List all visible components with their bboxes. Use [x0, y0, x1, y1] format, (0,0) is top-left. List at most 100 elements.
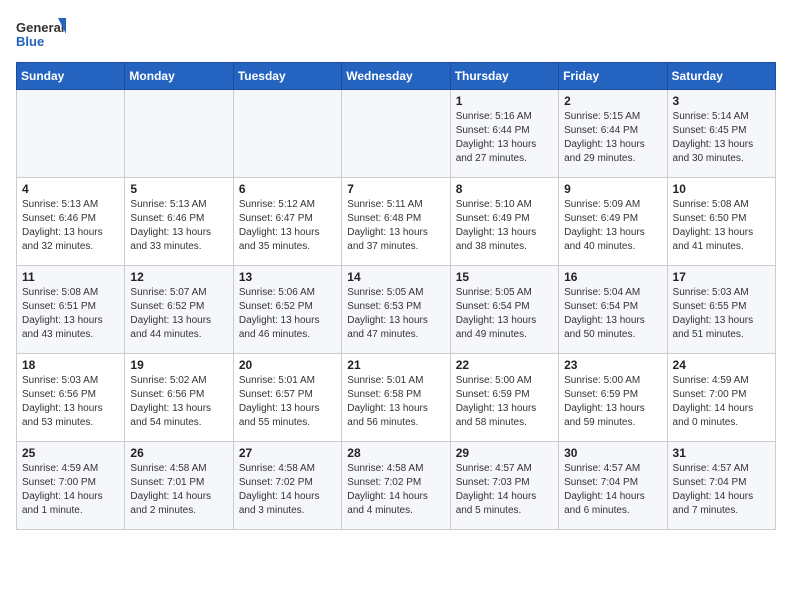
calendar-day-5: 5 Sunrise: 5:13 AM Sunset: 6:46 PM Daylig… [125, 178, 233, 266]
calendar-day-8: 8Sunrise: 5:10 AM Sunset: 6:49 PM Daylig… [450, 178, 558, 266]
day-number: 31 [673, 446, 770, 460]
calendar-day-14: 14 Sunrise: 5:05 AM Sunset: 6:53 PM Dayli… [342, 266, 450, 354]
calendar-day-6: 6 Sunrise: 5:12 AM Sunset: 6:47 PM Daylig… [233, 178, 341, 266]
day-info: Sunrise: 5:00 AM Sunset: 6:59 PM Dayligh… [456, 375, 537, 428]
day-info: Sunrise: 5:03 AM Sunset: 6:56 PM Dayligh… [22, 375, 103, 428]
calendar-empty-cell [17, 90, 125, 178]
calendar-day-7: 7Sunrise: 5:11 AM Sunset: 6:48 PM Daylig… [342, 178, 450, 266]
calendar-day-10: 10Sunrise: 5:08 AM Sunset: 6:50 PM Dayli… [667, 178, 775, 266]
weekday-header-saturday: Saturday [667, 63, 775, 90]
day-number: 5 [130, 182, 227, 196]
day-number: 15 [456, 270, 553, 284]
calendar-day-23: 23 Sunrise: 5:00 AM Sunset: 6:59 PM Dayli… [559, 354, 667, 442]
day-info: Sunrise: 4:59 AM Sunset: 7:00 PM Dayligh… [22, 463, 103, 516]
day-number: 21 [347, 358, 444, 372]
day-info: Sunrise: 5:16 AM Sunset: 6:44 PM Dayligh… [456, 111, 537, 164]
calendar-day-18: 18 Sunrise: 5:03 AM Sunset: 6:56 PM Dayli… [17, 354, 125, 442]
weekday-header-row: SundayMondayTuesdayWednesdayThursdayFrid… [17, 63, 776, 90]
weekday-header-wednesday: Wednesday [342, 63, 450, 90]
calendar-day-26: 26 Sunrise: 4:58 AM Sunset: 7:01 PM Dayli… [125, 442, 233, 530]
calendar-week-row: 4Sunrise: 5:13 AM Sunset: 6:46 PM Daylig… [17, 178, 776, 266]
calendar-day-9: 9 Sunrise: 5:09 AM Sunset: 6:49 PM Daylig… [559, 178, 667, 266]
day-info: Sunrise: 5:03 AM Sunset: 6:55 PM Dayligh… [673, 287, 754, 340]
calendar-day-17: 17 Sunrise: 5:03 AM Sunset: 6:55 PM Dayli… [667, 266, 775, 354]
day-number: 26 [130, 446, 227, 460]
calendar-day-1: 1 Sunrise: 5:16 AM Sunset: 6:44 PM Daylig… [450, 90, 558, 178]
day-info: Sunrise: 4:59 AM Sunset: 7:00 PM Dayligh… [673, 375, 754, 428]
day-info: Sunrise: 4:57 AM Sunset: 7:04 PM Dayligh… [564, 463, 645, 516]
day-number: 30 [564, 446, 661, 460]
svg-text:General: General [16, 20, 64, 35]
day-info: Sunrise: 5:08 AM Sunset: 6:50 PM Dayligh… [673, 199, 754, 252]
calendar-day-3: 3 Sunrise: 5:14 AM Sunset: 6:45 PM Daylig… [667, 90, 775, 178]
day-info: Sunrise: 5:15 AM Sunset: 6:44 PM Dayligh… [564, 111, 645, 164]
weekday-header-friday: Friday [559, 63, 667, 90]
day-number: 11 [22, 270, 119, 284]
calendar-day-30: 30 Sunrise: 4:57 AM Sunset: 7:04 PM Dayli… [559, 442, 667, 530]
calendar-day-29: 29Sunrise: 4:57 AM Sunset: 7:03 PM Dayli… [450, 442, 558, 530]
header: GeneralBlue [16, 16, 776, 52]
day-info: Sunrise: 5:10 AM Sunset: 6:49 PM Dayligh… [456, 199, 537, 252]
day-info: Sunrise: 5:05 AM Sunset: 6:53 PM Dayligh… [347, 287, 428, 340]
day-info: Sunrise: 5:12 AM Sunset: 6:47 PM Dayligh… [239, 199, 320, 252]
day-number: 19 [130, 358, 227, 372]
calendar-day-27: 27Sunrise: 4:58 AM Sunset: 7:02 PM Dayli… [233, 442, 341, 530]
day-info: Sunrise: 5:06 AM Sunset: 6:52 PM Dayligh… [239, 287, 320, 340]
calendar-empty-cell [125, 90, 233, 178]
day-info: Sunrise: 5:09 AM Sunset: 6:49 PM Dayligh… [564, 199, 645, 252]
calendar-day-2: 2 Sunrise: 5:15 AM Sunset: 6:44 PM Daylig… [559, 90, 667, 178]
day-number: 2 [564, 94, 661, 108]
day-number: 25 [22, 446, 119, 460]
day-info: Sunrise: 4:57 AM Sunset: 7:03 PM Dayligh… [456, 463, 537, 516]
day-info: Sunrise: 5:13 AM Sunset: 6:46 PM Dayligh… [130, 199, 211, 252]
calendar-day-13: 13Sunrise: 5:06 AM Sunset: 6:52 PM Dayli… [233, 266, 341, 354]
day-info: Sunrise: 5:07 AM Sunset: 6:52 PM Dayligh… [130, 287, 211, 340]
day-number: 22 [456, 358, 553, 372]
calendar-empty-cell [342, 90, 450, 178]
weekday-header-thursday: Thursday [450, 63, 558, 90]
day-info: Sunrise: 5:05 AM Sunset: 6:54 PM Dayligh… [456, 287, 537, 340]
day-info: Sunrise: 5:02 AM Sunset: 6:56 PM Dayligh… [130, 375, 211, 428]
calendar-day-19: 19 Sunrise: 5:02 AM Sunset: 6:56 PM Dayli… [125, 354, 233, 442]
calendar-day-4: 4Sunrise: 5:13 AM Sunset: 6:46 PM Daylig… [17, 178, 125, 266]
svg-text:Blue: Blue [16, 34, 44, 49]
calendar-day-21: 21 Sunrise: 5:01 AM Sunset: 6:58 PM Dayli… [342, 354, 450, 442]
day-number: 24 [673, 358, 770, 372]
day-info: Sunrise: 5:01 AM Sunset: 6:58 PM Dayligh… [347, 375, 428, 428]
weekday-header-monday: Monday [125, 63, 233, 90]
calendar-day-16: 16Sunrise: 5:04 AM Sunset: 6:54 PM Dayli… [559, 266, 667, 354]
day-info: Sunrise: 4:58 AM Sunset: 7:02 PM Dayligh… [239, 463, 320, 516]
calendar-week-row: 18 Sunrise: 5:03 AM Sunset: 6:56 PM Dayli… [17, 354, 776, 442]
calendar-day-28: 28Sunrise: 4:58 AM Sunset: 7:02 PM Dayli… [342, 442, 450, 530]
day-number: 3 [673, 94, 770, 108]
calendar-day-15: 15 Sunrise: 5:05 AM Sunset: 6:54 PM Dayli… [450, 266, 558, 354]
calendar-week-row: 25 Sunrise: 4:59 AM Sunset: 7:00 PM Dayli… [17, 442, 776, 530]
calendar-week-row: 1 Sunrise: 5:16 AM Sunset: 6:44 PM Daylig… [17, 90, 776, 178]
calendar-day-20: 20Sunrise: 5:01 AM Sunset: 6:57 PM Dayli… [233, 354, 341, 442]
day-number: 1 [456, 94, 553, 108]
day-info: Sunrise: 5:00 AM Sunset: 6:59 PM Dayligh… [564, 375, 645, 428]
day-number: 7 [347, 182, 444, 196]
day-info: Sunrise: 5:04 AM Sunset: 6:54 PM Dayligh… [564, 287, 645, 340]
day-number: 9 [564, 182, 661, 196]
day-info: Sunrise: 5:08 AM Sunset: 6:51 PM Dayligh… [22, 287, 103, 340]
day-number: 20 [239, 358, 336, 372]
weekday-header-sunday: Sunday [17, 63, 125, 90]
day-info: Sunrise: 5:14 AM Sunset: 6:45 PM Dayligh… [673, 111, 754, 164]
day-number: 14 [347, 270, 444, 284]
day-number: 6 [239, 182, 336, 196]
day-number: 18 [22, 358, 119, 372]
logo-icon: GeneralBlue [16, 16, 66, 52]
calendar-body: 1 Sunrise: 5:16 AM Sunset: 6:44 PM Daylig… [17, 90, 776, 530]
day-number: 17 [673, 270, 770, 284]
day-number: 23 [564, 358, 661, 372]
day-info: Sunrise: 4:58 AM Sunset: 7:01 PM Dayligh… [130, 463, 211, 516]
calendar-day-25: 25 Sunrise: 4:59 AM Sunset: 7:00 PM Dayli… [17, 442, 125, 530]
calendar-day-22: 22 Sunrise: 5:00 AM Sunset: 6:59 PM Dayli… [450, 354, 558, 442]
calendar-header: SundayMondayTuesdayWednesdayThursdayFrid… [17, 63, 776, 90]
calendar-empty-cell [233, 90, 341, 178]
calendar-table: SundayMondayTuesdayWednesdayThursdayFrid… [16, 62, 776, 530]
weekday-header-tuesday: Tuesday [233, 63, 341, 90]
calendar-day-31: 31Sunrise: 4:57 AM Sunset: 7:04 PM Dayli… [667, 442, 775, 530]
day-number: 28 [347, 446, 444, 460]
